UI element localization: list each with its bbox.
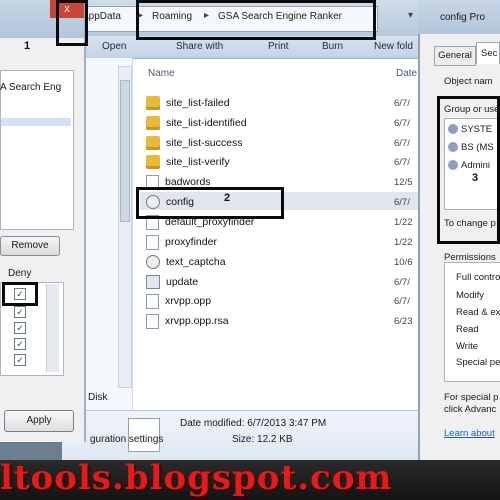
share-with-button[interactable]: Share with [176, 41, 223, 52]
deny-column-label: Deny [8, 268, 32, 279]
apply-button[interactable]: Apply [4, 410, 74, 432]
file-date: 12/5 [394, 176, 413, 188]
permission-item: Write [456, 341, 478, 352]
burn-button[interactable]: Burn [322, 41, 343, 52]
annotation-number: 1 [24, 40, 31, 52]
list-item[interactable]: text_captcha 10/6 [146, 253, 413, 271]
file-icon [146, 234, 159, 250]
permission-item: Special pe [456, 357, 500, 368]
annotation-box [437, 96, 500, 244]
annotation-number: 2 [224, 192, 231, 204]
scrollbar-thumb[interactable] [120, 80, 130, 222]
list-item[interactable]: update 6/7/ [146, 273, 410, 291]
annotation-box [136, 187, 284, 219]
list-item[interactable]: xrvpp.opp 6/7/ [146, 292, 410, 310]
file-name: site_list-identified [166, 117, 247, 129]
file-name: xrvpp.opp [165, 295, 212, 307]
learn-about-link[interactable]: Learn about [444, 428, 495, 439]
list-selection [1, 118, 71, 126]
print-button[interactable]: Print [268, 41, 289, 52]
permission-item: Modify [456, 290, 484, 301]
file-date: 6/7/ [394, 117, 410, 129]
list-item[interactable]: proxyfinder 1/22 [146, 233, 413, 251]
folder-icon [146, 155, 160, 169]
deny-checkbox[interactable]: ✓ [14, 338, 26, 350]
file-name: site_list-success [166, 137, 243, 149]
watermark: ltools.blogspot.com [0, 458, 393, 498]
deny-checkbox[interactable]: ✓ [14, 354, 26, 366]
folder-icon [146, 116, 160, 130]
list-item[interactable]: site_list-failed 6/7/ [146, 94, 410, 112]
chevron-down-icon[interactable]: ▾ [408, 10, 413, 21]
remove-button[interactable]: Remove [0, 236, 60, 256]
deny-checkbox[interactable]: ✓ [14, 306, 26, 318]
open-button[interactable]: Open [102, 41, 126, 52]
file-name: site_list-failed [166, 97, 230, 109]
list-item[interactable]: site_list-identified 6/7/ [146, 114, 410, 132]
permission-item: Read [456, 324, 479, 335]
column-header-name[interactable]: Name [148, 68, 175, 79]
annotation-box [2, 282, 38, 306]
group-user-list[interactable] [0, 70, 74, 230]
list-item-gsa[interactable]: A Search Eng [0, 82, 61, 93]
file-name: update [166, 276, 199, 288]
file-date: 1/22 [394, 236, 413, 248]
dialog-title: config Pro [440, 12, 486, 23]
list-item[interactable]: xrvpp.opp.rsa 6/23 [146, 312, 413, 330]
special-perm-text: click Advanc [444, 404, 497, 415]
file-date: 6/7/ [394, 156, 410, 168]
disk-label[interactable]: Disk [88, 392, 107, 403]
file-type: guration settings [90, 434, 164, 445]
date-modified: Date modified: 6/7/2013 3:47 PM [180, 418, 327, 429]
annotation-box [136, 0, 376, 40]
new-folder-button[interactable]: New fold [374, 41, 413, 52]
file-date: 10/6 [394, 256, 413, 268]
file-date: 6/7/ [394, 137, 410, 149]
annotation-number: 3 [472, 172, 479, 184]
folder-icon [146, 136, 160, 150]
file-date: 6/7/ [394, 97, 410, 109]
file-date: 6/7/ [394, 276, 410, 288]
permission-item: Read & ex [456, 307, 500, 318]
tab-security[interactable]: Sec [476, 42, 500, 64]
file-icon [146, 293, 159, 309]
special-perm-text: For special p [444, 392, 499, 403]
column-header-date[interactable]: Date [396, 68, 417, 79]
list-item[interactable]: site_list-verify 6/7/ [146, 153, 410, 171]
file-name: proxyfinder [165, 236, 217, 248]
tab-general[interactable]: General [434, 46, 476, 66]
object-name-label: Object nam [444, 76, 493, 87]
file-name: xrvpp.opp.rsa [165, 315, 229, 327]
permission-item: Full contro [456, 272, 500, 283]
file-date: 6/7/ [394, 295, 410, 307]
annotation-box [56, 0, 88, 46]
file-icon [146, 313, 159, 329]
file-size: Size: 12.2 KB [232, 434, 293, 445]
gear-icon [146, 255, 160, 269]
file-date: 6/23 [394, 315, 413, 327]
list-item[interactable]: site_list-success 6/7/ [146, 134, 410, 152]
folder-icon [146, 96, 160, 110]
deny-checkbox[interactable]: ✓ [14, 322, 26, 334]
file-date: 1/22 [394, 216, 413, 228]
scrollbar[interactable] [46, 284, 59, 372]
file-name: site_list-verify [166, 156, 230, 168]
exe-icon [146, 275, 160, 289]
file-name: text_captcha [166, 256, 226, 268]
file-date: 6/7/ [394, 196, 410, 208]
